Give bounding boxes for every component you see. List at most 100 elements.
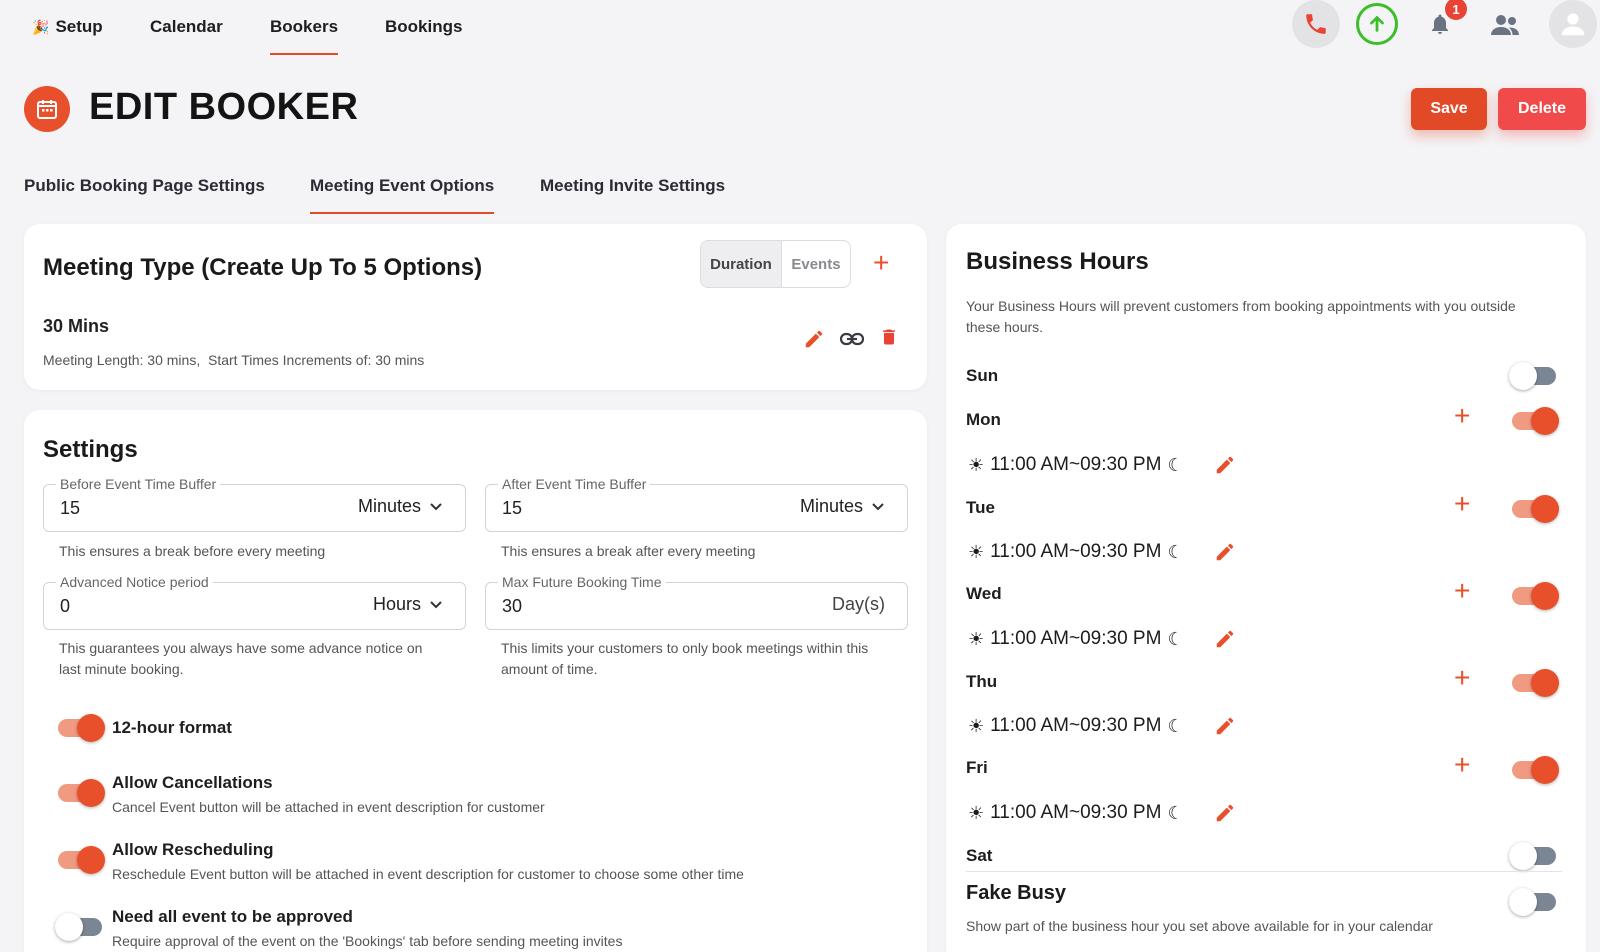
- sun-icon: ☀: [968, 541, 985, 562]
- after-buffer-field[interactable]: After Event Time Buffer 15 Minutes: [485, 476, 908, 532]
- segment-duration[interactable]: Duration: [701, 241, 782, 287]
- meeting-type-toggle: Duration Events: [700, 240, 851, 288]
- team-button[interactable]: [1482, 2, 1528, 48]
- moon-icon: ☾: [1167, 541, 1184, 562]
- add-hours-thu-icon[interactable]: +: [1454, 664, 1470, 692]
- max-future-helper: This limits your customers to only book …: [501, 638, 868, 680]
- toggle-sat[interactable]: [1509, 842, 1556, 870]
- nav-bookings[interactable]: Bookings: [385, 17, 462, 37]
- trash-icon[interactable]: [879, 326, 899, 348]
- phone-button[interactable]: [1292, 0, 1340, 48]
- toggle-fake-busy[interactable]: [1509, 888, 1556, 916]
- add-hours-wed-icon[interactable]: +: [1454, 577, 1470, 605]
- hours-range: 11:00 AM~09:30 PM: [990, 628, 1162, 649]
- add-hours-tue-icon[interactable]: +: [1454, 490, 1470, 518]
- max-future-value[interactable]: 30: [502, 596, 522, 617]
- toggle-wed[interactable]: [1512, 582, 1559, 610]
- nav-setup[interactable]: 🎉 Setup: [32, 17, 103, 37]
- toggle-allow-cancellations[interactable]: [58, 779, 105, 807]
- advance-notice-value[interactable]: 0: [60, 596, 70, 617]
- sun-icon: ☀: [968, 802, 985, 823]
- people-icon: [1491, 15, 1519, 35]
- edit-pencil-icon[interactable]: [1214, 454, 1236, 476]
- advance-notice-helper-line1: This guarantees you always have some adv…: [59, 640, 423, 656]
- save-button[interactable]: Save: [1411, 88, 1487, 130]
- toggle-mon[interactable]: [1512, 407, 1559, 435]
- max-future-unit: Day(s): [832, 594, 885, 614]
- option-title: Need all event to be approved: [112, 907, 353, 926]
- add-hours-mon-icon[interactable]: +: [1454, 402, 1470, 430]
- advance-notice-label: Advanced Notice period: [56, 574, 213, 590]
- meeting-type-card: Meeting Type (Create Up To 5 Options) Du…: [24, 224, 927, 390]
- arrow-up-icon: [1370, 15, 1384, 32]
- edit-pencil-icon[interactable]: [1214, 802, 1236, 824]
- top-navigation: 🎉 Setup Calendar Bookers Bookings 1: [0, 0, 1600, 58]
- toggle-allow-rescheduling[interactable]: [58, 846, 105, 874]
- hours-row-fri: ☀ 11:00 AM~09:30 PM ☾: [968, 802, 1184, 824]
- tab-meeting-event-options[interactable]: Meeting Event Options: [310, 176, 495, 214]
- fake-busy-title: Fake Busy: [966, 882, 1067, 904]
- link-icon[interactable]: [839, 328, 865, 350]
- add-meeting-type-icon[interactable]: +: [873, 249, 889, 277]
- nav-bookers[interactable]: Bookers: [270, 17, 339, 55]
- after-buffer-value[interactable]: 15: [502, 498, 522, 519]
- user-avatar-button[interactable]: [1549, 0, 1597, 48]
- after-buffer-label: After Event Time Buffer: [498, 476, 651, 492]
- max-future-helper-line2: amount of time.: [501, 661, 598, 677]
- before-buffer-unit-select[interactable]: Minutes: [358, 496, 443, 517]
- business-hours-desc-line2: these hours.: [966, 319, 1044, 335]
- toggle-12-hour-format[interactable]: [58, 714, 105, 742]
- hours-row-tue: ☀ 11:00 AM~09:30 PM ☾: [968, 541, 1184, 563]
- fake-busy-desc: Show part of the business hour you set a…: [966, 918, 1433, 934]
- hours-range: 11:00 AM~09:30 PM: [990, 454, 1162, 475]
- segment-events[interactable]: Events: [782, 241, 850, 287]
- before-buffer-unit: Minutes: [357, 496, 421, 516]
- page-title: EDIT BOOKER: [89, 86, 359, 128]
- sun-icon: ☀: [968, 454, 985, 475]
- moon-icon: ☾: [1167, 628, 1184, 649]
- hours-range: 11:00 AM~09:30 PM: [990, 541, 1162, 562]
- toggle-tue[interactable]: [1512, 495, 1559, 523]
- day-label: Wed: [966, 584, 1002, 603]
- edit-pencil-icon[interactable]: [1214, 628, 1236, 650]
- edit-pencil-icon[interactable]: [1214, 715, 1236, 737]
- edit-pencil-icon[interactable]: [1214, 541, 1236, 563]
- toggle-fri[interactable]: [1512, 756, 1559, 784]
- chevron-down-icon: [430, 502, 442, 510]
- toggle-thu[interactable]: [1512, 669, 1559, 697]
- add-hours-fri-icon[interactable]: +: [1454, 751, 1470, 779]
- before-buffer-label: Before Event Time Buffer: [56, 476, 221, 492]
- chevron-down-icon: [872, 502, 884, 510]
- party-popper-icon: 🎉: [32, 18, 50, 35]
- moon-icon: ☾: [1167, 802, 1184, 823]
- before-buffer-field[interactable]: Before Event Time Buffer 15 Minutes: [43, 476, 466, 532]
- option-title: Allow Cancellations: [112, 773, 273, 792]
- day-label: Sun: [966, 366, 999, 385]
- advance-notice-helper-line2: last minute booking.: [59, 661, 184, 677]
- option-desc: Reschedule Event button will be attached…: [112, 866, 744, 882]
- edit-pencil-icon[interactable]: [803, 328, 825, 350]
- max-future-helper-line1: This limits your customers to only book …: [501, 640, 869, 656]
- delete-button[interactable]: Delete: [1498, 88, 1586, 130]
- after-buffer-unit-select[interactable]: Minutes: [800, 496, 885, 517]
- option-desc: Cancel Event button will be attached in …: [112, 799, 545, 815]
- calendar-badge-icon: [24, 86, 70, 132]
- settings-title: Settings: [43, 436, 138, 463]
- sun-icon: ☀: [968, 715, 985, 736]
- advance-notice-unit-select[interactable]: Hours: [373, 594, 443, 615]
- business-hours-desc: Your Business Hours will prevent custome…: [966, 296, 1516, 338]
- advance-notice-helper: This guarantees you always have some adv…: [59, 638, 422, 680]
- hours-row-mon: ☀ 11:00 AM~09:30 PM ☾: [968, 454, 1184, 476]
- advance-notice-field[interactable]: Advanced Notice period 0 Hours: [43, 574, 466, 630]
- before-buffer-value[interactable]: 15: [60, 498, 80, 519]
- toggle-need-approval[interactable]: [55, 913, 102, 941]
- tab-meeting-invite-settings[interactable]: Meeting Invite Settings: [540, 176, 725, 196]
- toggle-sun[interactable]: [1509, 362, 1556, 390]
- nav-calendar[interactable]: Calendar: [150, 17, 223, 37]
- phone-icon: [1306, 14, 1326, 34]
- option-title: Allow Rescheduling: [112, 840, 274, 859]
- divider: [966, 871, 1562, 872]
- tab-public-booking-page-settings[interactable]: Public Booking Page Settings: [24, 176, 265, 196]
- upgrade-button[interactable]: [1356, 3, 1398, 45]
- max-future-field[interactable]: Max Future Booking Time 30 Day(s): [485, 574, 908, 630]
